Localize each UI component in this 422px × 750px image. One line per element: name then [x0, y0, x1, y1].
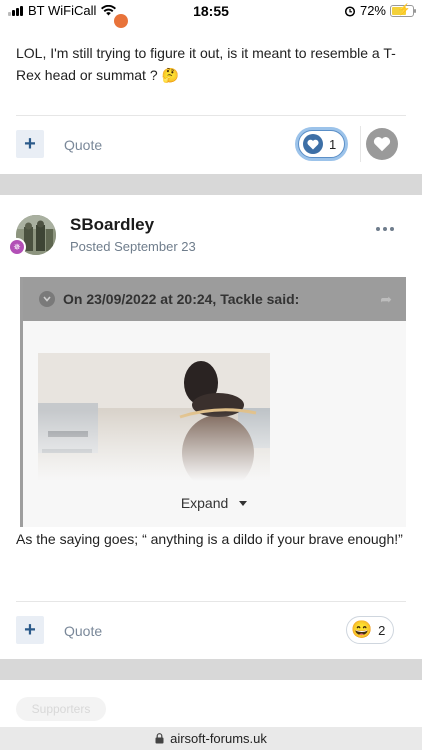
haha-reaction-icon: 😄: [351, 620, 373, 639]
battery-icon: ⚡: [390, 3, 416, 17]
expand-label: Expand: [180, 495, 229, 511]
reaction-count: 2: [378, 622, 386, 638]
quote-block: On 23/09/2022 at 20:24, Tackle said: ➦ E…: [20, 277, 406, 527]
heart-icon: [373, 137, 391, 152]
post-separator: [0, 174, 422, 195]
user-badge-icon: [114, 14, 128, 28]
url-bar[interactable]: airsoft-forums.uk: [0, 727, 422, 750]
supporters-badge[interactable]: Supporters: [16, 697, 106, 721]
post-body: As the saying goes; “ anything is a dild…: [16, 531, 403, 547]
quote-header[interactable]: On 23/09/2022 at 20:24, Tackle said: ➦: [23, 277, 406, 321]
expand-button[interactable]: Expand: [23, 495, 406, 511]
reaction-separator: [360, 126, 361, 162]
alarm-icon: [344, 5, 356, 17]
charging-icon: ⚡: [397, 3, 411, 16]
battery-percent: 72%: [359, 3, 386, 18]
lock-icon: [155, 733, 164, 744]
rank-badge-icon: ✵: [8, 238, 26, 256]
caret-down-icon: [239, 501, 248, 507]
share-arrow-icon[interactable]: ➦: [380, 291, 392, 308]
author-name[interactable]: SBoardley: [70, 215, 154, 235]
chevron-down-icon[interactable]: [39, 291, 55, 307]
more-options-icon[interactable]: [376, 227, 394, 231]
quote-button[interactable]: Quote: [64, 623, 102, 639]
quote-citation: On 23/09/2022 at 20:24, Tackle said:: [63, 291, 300, 307]
reaction-summary[interactable]: 😄 2: [346, 616, 395, 644]
status-bar: BT WiFiCall 18:55 72% ⚡: [0, 0, 422, 22]
reaction-summary[interactable]: 1: [298, 130, 346, 158]
multiquote-button[interactable]: +: [16, 130, 44, 158]
reaction-count: 1: [329, 136, 337, 152]
post-separator: [0, 659, 422, 680]
post-date[interactable]: Posted September 23: [70, 239, 196, 254]
heart-reaction-icon: [303, 134, 323, 154]
quoted-image[interactable]: [38, 353, 270, 481]
multiquote-button[interactable]: +: [16, 616, 44, 644]
post-divider: [16, 601, 406, 602]
status-right: 72% ⚡: [344, 3, 416, 18]
url-text: airsoft-forums.uk: [170, 731, 267, 746]
post-divider: [16, 115, 406, 116]
quote-button[interactable]: Quote: [64, 137, 102, 153]
react-button[interactable]: [366, 128, 398, 160]
post-1: LOL, I'm still trying to figure it out, …: [0, 14, 422, 174]
post-2: ✵ SBoardley Posted September 23 On 23/09…: [0, 195, 422, 659]
post-body: LOL, I'm still trying to figure it out, …: [16, 45, 396, 83]
